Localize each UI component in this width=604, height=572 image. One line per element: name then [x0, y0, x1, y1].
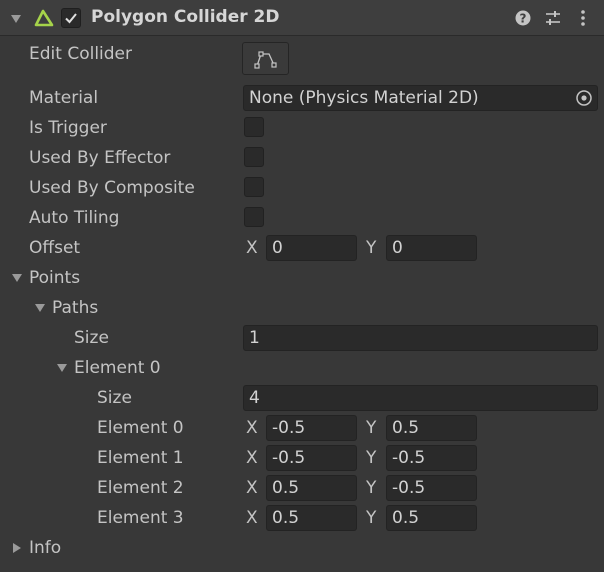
- info-foldout-icon[interactable]: [13, 543, 21, 553]
- checkmark-icon: [65, 13, 77, 24]
- presets-icon[interactable]: [544, 9, 562, 27]
- element-0-size-value: 4: [249, 388, 260, 408]
- element-0-foldout-icon[interactable]: [57, 364, 67, 372]
- point-y-field[interactable]: -0.5: [386, 475, 477, 501]
- object-picker-icon[interactable]: [575, 89, 593, 107]
- used-by-composite-checkbox[interactable]: [244, 177, 264, 197]
- offset-y-field[interactable]: 0: [386, 235, 477, 261]
- point-y-value: 0.5: [392, 418, 420, 438]
- edit-collider-label: Edit Collider: [29, 44, 133, 64]
- enabled-checkbox[interactable]: [61, 8, 81, 28]
- point-y-field[interactable]: -0.5: [386, 445, 477, 471]
- element-0-size-field[interactable]: 4: [243, 385, 598, 411]
- paths-size-label: Size: [74, 328, 109, 348]
- foldout-arrow-icon[interactable]: [11, 15, 21, 23]
- auto-tiling-checkbox[interactable]: [244, 207, 264, 227]
- point-x-axis-label[interactable]: X: [246, 418, 258, 438]
- point-y-axis-label[interactable]: Y: [366, 418, 376, 438]
- point-y-value: -0.5: [392, 448, 426, 468]
- edit-collider-icon: [254, 51, 277, 69]
- edit-collider-button[interactable]: [242, 42, 289, 75]
- offset-y-axis-label[interactable]: Y: [366, 238, 376, 258]
- point-x-field[interactable]: -0.5: [266, 445, 357, 471]
- auto-tiling-label: Auto Tiling: [29, 208, 120, 228]
- point-x-axis-label[interactable]: X: [246, 508, 258, 528]
- is-trigger-label: Is Trigger: [29, 118, 107, 138]
- point-x-field[interactable]: 0.5: [266, 475, 357, 501]
- material-label: Material: [29, 88, 99, 108]
- point-y-field[interactable]: 0.5: [386, 415, 477, 441]
- offset-x-field[interactable]: 0: [266, 235, 357, 261]
- element-0-size-label: Size: [97, 388, 132, 408]
- point-x-field[interactable]: 0.5: [266, 505, 357, 531]
- points-label[interactable]: Points: [29, 268, 80, 288]
- offset-label: Offset: [29, 238, 81, 258]
- point-y-axis-label[interactable]: Y: [366, 508, 376, 528]
- paths-foldout-icon[interactable]: [35, 304, 45, 312]
- used-by-composite-label: Used By Composite: [29, 178, 195, 198]
- offset-x-value: 0: [272, 238, 283, 258]
- component-header[interactable]: Polygon Collider 2D ?: [0, 0, 604, 36]
- paths-size-value: 1: [249, 328, 260, 348]
- material-field[interactable]: None (Physics Material 2D): [243, 85, 598, 111]
- paths-size-field[interactable]: 1: [243, 325, 598, 351]
- point-x-axis-label[interactable]: X: [246, 448, 258, 468]
- polygon-collider-icon: [34, 9, 54, 27]
- component-title: Polygon Collider 2D: [91, 7, 280, 27]
- svg-text:?: ?: [520, 12, 527, 26]
- paths-label[interactable]: Paths: [52, 298, 98, 318]
- context-menu-icon[interactable]: [580, 9, 586, 27]
- offset-x-axis-label[interactable]: X: [246, 238, 258, 258]
- points-foldout-icon[interactable]: [12, 274, 22, 282]
- material-value: None (Physics Material 2D): [249, 88, 479, 108]
- point-element-label: Element 1: [97, 448, 184, 468]
- path-element-0-label[interactable]: Element 0: [74, 358, 161, 378]
- point-y-axis-label[interactable]: Y: [366, 478, 376, 498]
- point-x-value: -0.5: [272, 418, 306, 438]
- offset-y-value: 0: [392, 238, 403, 258]
- point-element-label: Element 0: [97, 418, 184, 438]
- point-y-value: -0.5: [392, 478, 426, 498]
- point-y-axis-label[interactable]: Y: [366, 448, 376, 468]
- point-x-field[interactable]: -0.5: [266, 415, 357, 441]
- point-x-value: 0.5: [272, 508, 300, 528]
- used-by-effector-checkbox[interactable]: [244, 147, 264, 167]
- point-element-label: Element 3: [97, 508, 184, 528]
- used-by-effector-label: Used By Effector: [29, 148, 171, 168]
- point-y-value: 0.5: [392, 508, 420, 528]
- help-icon[interactable]: ?: [515, 10, 531, 26]
- point-y-field[interactable]: 0.5: [386, 505, 477, 531]
- point-x-value: 0.5: [272, 478, 300, 498]
- point-x-value: -0.5: [272, 448, 306, 468]
- is-trigger-checkbox[interactable]: [244, 117, 264, 137]
- info-label[interactable]: Info: [29, 538, 61, 558]
- point-element-label: Element 2: [97, 478, 184, 498]
- point-x-axis-label[interactable]: X: [246, 478, 258, 498]
